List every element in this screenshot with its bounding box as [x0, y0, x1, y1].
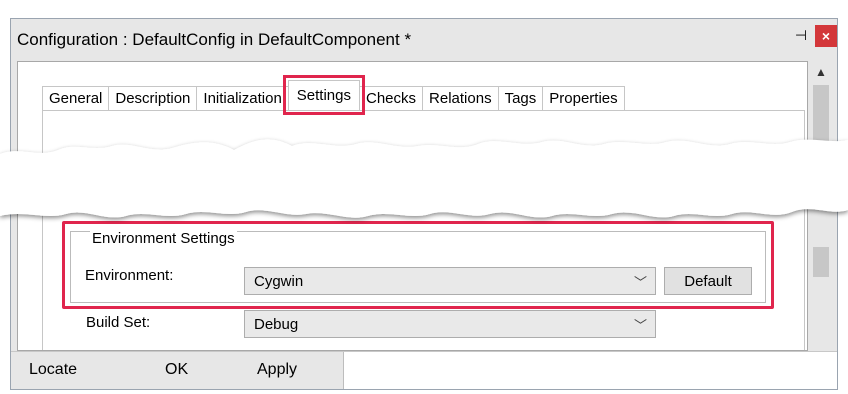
default-button[interactable]: Default [664, 267, 752, 295]
environment-label: Environment: [85, 267, 174, 284]
build-set-dropdown[interactable]: Debug ﹀ [244, 310, 656, 338]
tab-checks[interactable]: Checks [359, 86, 424, 110]
tab-tags[interactable]: Tags [497, 86, 544, 110]
build-set-label: Build Set: [86, 314, 151, 331]
tab-strip: General Description Initialization Setti… [42, 75, 625, 115]
bottom-buttons-area: Locate OK Apply [11, 352, 344, 389]
tab-properties[interactable]: Properties [542, 86, 625, 110]
close-icon[interactable]: × [815, 25, 837, 47]
apply-button[interactable]: Apply [257, 361, 297, 379]
scrollbar-thumb-lower[interactable] [813, 247, 829, 277]
pin-icon[interactable]: ⊣ [793, 27, 809, 43]
chevron-down-icon: ﹀ [633, 318, 647, 333]
environment-value: Cygwin [254, 273, 304, 290]
torn-edge-graphic [0, 139, 848, 218]
group-title: Environment Settings [90, 230, 237, 247]
tab-initialization[interactable]: Initialization [196, 86, 289, 110]
locate-button[interactable]: Locate [29, 361, 77, 379]
chevron-down-icon: ﹀ [633, 275, 647, 290]
window-title: Configuration : DefaultConfig in Default… [17, 30, 412, 49]
build-set-value: Debug [254, 316, 299, 333]
tab-general[interactable]: General [42, 86, 110, 110]
title-bar: Configuration : DefaultConfig in Default… [11, 19, 837, 61]
bottom-button-bar: Locate OK Apply [11, 351, 837, 389]
environment-dropdown[interactable]: Cygwin ﹀ [244, 267, 656, 295]
tab-description[interactable]: Description [108, 86, 198, 110]
scroll-up-arrow-icon[interactable]: ▲ [810, 61, 832, 83]
environment-settings-group: Environment Settings Environment: Cygwin… [62, 221, 774, 309]
ok-button[interactable]: OK [165, 361, 188, 379]
tab-relations[interactable]: Relations [422, 86, 499, 110]
tab-settings[interactable]: Settings [282, 75, 366, 115]
